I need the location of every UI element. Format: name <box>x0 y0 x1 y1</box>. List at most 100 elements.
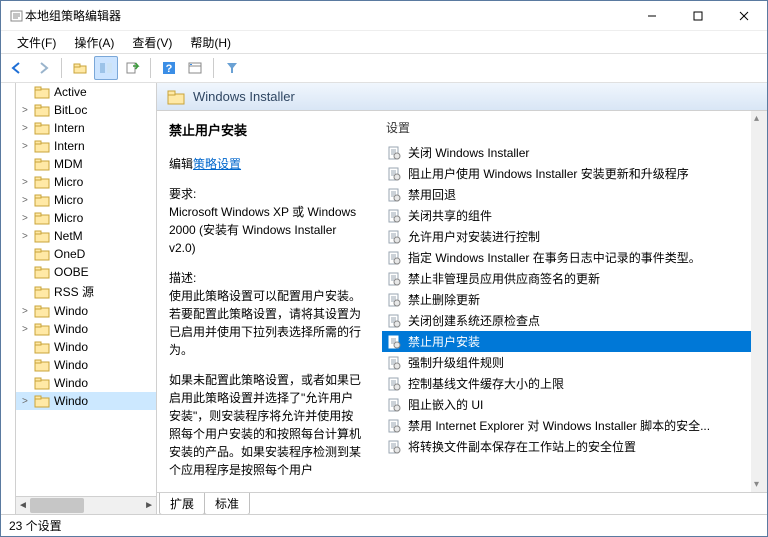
svg-text:?: ? <box>166 63 173 75</box>
setting-item[interactable]: 指定 Windows Installer 在事务日志中记录的事件类型。 <box>382 247 765 268</box>
setting-item[interactable]: 禁用 Internet Explorer 对 Windows Installer… <box>382 415 765 436</box>
tree-item[interactable]: Windo <box>16 338 156 356</box>
setting-item-label: 强制升级组件规则 <box>408 354 504 371</box>
back-button[interactable] <box>5 56 29 80</box>
setting-item-label: 禁止非管理员应用供应商签名的更新 <box>408 270 600 287</box>
properties-button[interactable] <box>183 56 207 80</box>
tree-item[interactable]: RSS 源 <box>16 281 156 302</box>
close-button[interactable] <box>721 1 767 30</box>
setting-item[interactable]: 强制升级组件规则 <box>382 352 765 373</box>
policy-icon <box>386 439 402 455</box>
folder-icon <box>34 304 50 318</box>
tree-item-label: OneD <box>54 247 85 261</box>
policy-icon <box>386 208 402 224</box>
menu-help[interactable]: 帮助(H) <box>182 32 241 53</box>
tree-item[interactable]: >Windo <box>16 302 156 320</box>
detail-header-title: Windows Installer <box>193 89 295 104</box>
folder-icon <box>34 340 50 354</box>
maximize-button[interactable] <box>675 1 721 30</box>
tree-item-label: OOBE <box>54 265 89 279</box>
tab-standard[interactable]: 标准 <box>204 493 250 514</box>
tab-extended[interactable]: 扩展 <box>159 493 205 514</box>
detail-tabs: 扩展 标准 <box>157 492 767 514</box>
folder-icon <box>34 157 50 171</box>
settings-v-scrollbar[interactable]: ▴▾ <box>751 111 767 492</box>
filter-button[interactable] <box>220 56 244 80</box>
setting-item-label: 关闭创建系统还原检查点 <box>408 312 540 329</box>
setting-item-label: 控制基线文件缓存大小的上限 <box>408 375 564 392</box>
folder-icon <box>34 376 50 390</box>
setting-item[interactable]: 禁止非管理员应用供应商签名的更新 <box>382 268 765 289</box>
app-icon <box>9 8 25 24</box>
tree-item[interactable]: >Micro <box>16 191 156 209</box>
setting-item-label: 阻止用户使用 Windows Installer 安装更新和升级程序 <box>408 165 689 182</box>
tree-item[interactable]: >Intern <box>16 137 156 155</box>
setting-item[interactable]: 将转换文件副本保存在工作站上的安全位置 <box>382 436 765 457</box>
setting-item[interactable]: 控制基线文件缓存大小的上限 <box>382 373 765 394</box>
tree-item-label: Micro <box>54 211 83 225</box>
tree-item[interactable]: >Micro <box>16 209 156 227</box>
tree-h-scrollbar[interactable]: ◄ ► <box>16 496 156 514</box>
description-text-2: 如果未配置此策略设置，或者如果已启用此策略设置并选择了"允许用户安装"，则安装程… <box>169 371 362 479</box>
folder-icon <box>34 322 50 336</box>
forward-button[interactable] <box>31 56 55 80</box>
left-splitter-margin <box>1 83 16 514</box>
setting-item[interactable]: 阻止用户使用 Windows Installer 安装更新和升级程序 <box>382 163 765 184</box>
tree-item-label: Active <box>54 85 87 99</box>
scroll-thumb[interactable] <box>30 498 84 513</box>
tree-item[interactable]: >Micro <box>16 173 156 191</box>
statusbar: 23 个设置 <box>1 514 767 536</box>
status-text: 23 个设置 <box>9 517 62 534</box>
policy-icon <box>386 334 402 350</box>
tree-item[interactable]: >NetM <box>16 227 156 245</box>
edit-policy-link[interactable]: 策略设置 <box>193 157 241 171</box>
settings-column-header[interactable]: 设置 <box>372 111 767 142</box>
setting-item-label: 将转换文件副本保存在工作站上的安全位置 <box>408 438 636 455</box>
export-button[interactable] <box>120 56 144 80</box>
edit-prefix: 编辑 <box>169 157 193 171</box>
setting-item[interactable]: 阻止嵌入的 UI <box>382 394 765 415</box>
folder-icon <box>34 85 50 99</box>
view-list-button[interactable] <box>94 56 118 80</box>
menu-view[interactable]: 查看(V) <box>124 32 182 53</box>
setting-item[interactable]: 禁用回退 <box>382 184 765 205</box>
tree-item[interactable]: >BitLoc <box>16 101 156 119</box>
policy-title: 禁止用户安装 <box>169 121 362 141</box>
tree-item-label: BitLoc <box>54 103 87 117</box>
menu-action[interactable]: 操作(A) <box>66 32 124 53</box>
tree-item-label: Windo <box>54 322 88 336</box>
tree-item[interactable]: >Windo <box>16 320 156 338</box>
policy-icon <box>386 397 402 413</box>
setting-item[interactable]: 禁止删除更新 <box>382 289 765 310</box>
tree-item[interactable]: Active <box>16 83 156 101</box>
requirements-text: Microsoft Windows XP 或 Windows 2000 (安装有… <box>169 203 362 257</box>
folder-icon <box>34 193 50 207</box>
help-button[interactable]: ? <box>157 56 181 80</box>
settings-list[interactable]: 关闭 Windows Installer 阻止用户使用 Windows Insta… <box>372 142 767 492</box>
tree-item[interactable]: OneD <box>16 245 156 263</box>
tree-item-label: Windo <box>54 376 88 390</box>
tree-item[interactable]: Windo <box>16 356 156 374</box>
setting-item-label: 阻止嵌入的 UI <box>408 396 483 413</box>
policy-icon <box>386 250 402 266</box>
policy-icon <box>386 292 402 308</box>
menu-file[interactable]: 文件(F) <box>9 32 66 53</box>
tree-item-label: RSS 源 <box>54 283 94 300</box>
setting-item[interactable]: 关闭 Windows Installer <box>382 142 765 163</box>
setting-item[interactable]: 禁止用户安装 <box>382 331 765 352</box>
tree-item[interactable]: >Windo <box>16 392 156 410</box>
setting-item[interactable]: 允许用户对安装进行控制 <box>382 226 765 247</box>
setting-item[interactable]: 关闭创建系统还原检查点 <box>382 310 765 331</box>
detail-header: Windows Installer <box>157 83 767 111</box>
tree-item[interactable]: OOBE <box>16 263 156 281</box>
tree-item[interactable]: >Intern <box>16 119 156 137</box>
tree-item[interactable]: Windo <box>16 374 156 392</box>
menubar: 文件(F) 操作(A) 查看(V) 帮助(H) <box>1 31 767 53</box>
tree-item[interactable]: MDM <box>16 155 156 173</box>
tree-list[interactable]: Active>BitLoc>Intern>InternMDM>Micro>Mic… <box>16 83 156 496</box>
setting-item[interactable]: 关闭共享的组件 <box>382 205 765 226</box>
up-button[interactable] <box>68 56 92 80</box>
minimize-button[interactable] <box>629 1 675 30</box>
detail-panel: Windows Installer 禁止用户安装 编辑策略设置 要求: Micr… <box>156 83 767 514</box>
setting-item-label: 禁用回退 <box>408 186 456 203</box>
